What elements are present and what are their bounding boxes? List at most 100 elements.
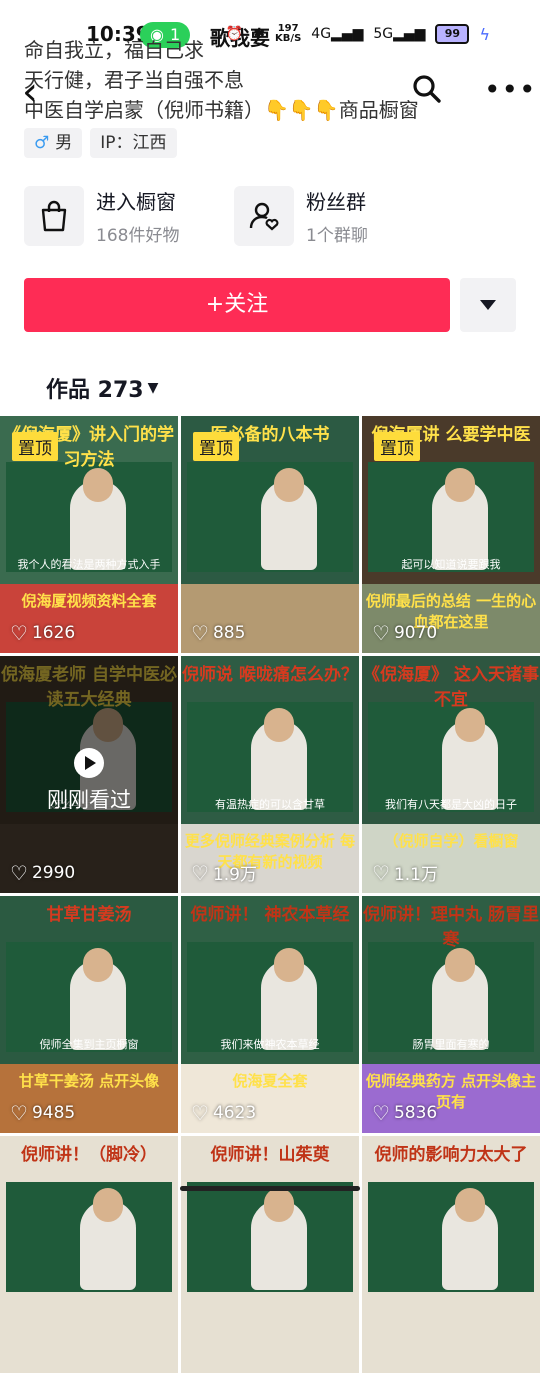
video-tile[interactable]: 《倪海厦》讲入门的学习方法 我个人的看法是两种方式入手 倪海厦视频资料全套 置顶 ♡ 16…: [0, 416, 178, 653]
video-title: 倪师讲！（脚冷）: [21, 1145, 157, 1165]
video-tile[interactable]: 倪师说 喉咙痛怎么办？ 有温热症的可以含甘草 更多倪师经典案例分析 每天都有新的视频…: [181, 656, 359, 893]
gender-tag: ♂ 男: [24, 128, 83, 158]
video-tile[interactable]: 倪海厦老师 自学中医必读五大经典怎么学会这些书刚刚看过♡2990: [0, 656, 178, 893]
heart-outline-icon: ♡: [372, 621, 390, 645]
presenter-head: [455, 708, 485, 742]
follow-button[interactable]: +关注: [24, 278, 450, 332]
video-banner-text: 倪海厦视频资料全套: [21, 592, 157, 610]
caret-down-icon: ▼: [147, 380, 159, 396]
presenter-head: [264, 1188, 294, 1222]
video-title: 倪师讲！山茱萸: [210, 1145, 330, 1165]
like-count: ♡ 2990: [10, 861, 75, 885]
shop-entry-count: 168件好物: [96, 226, 180, 246]
ip-tag: IP：江西: [90, 128, 177, 158]
video-tile[interactable]: 倪师讲！理中丸 肠胃里寒 肠胃里面有寒的 倪师经典药方 点开头像主页有 ♡ 5836: [362, 896, 540, 1133]
heart-outline-icon: ♡: [10, 1101, 28, 1125]
video-tile[interactable]: 倪师的影响力太大了: [362, 1136, 540, 1373]
bio-line-2: 天行健，君子当自强不息: [24, 68, 244, 92]
video-tile[interactable]: 倪师讲！山茱萸: [181, 1136, 359, 1373]
video-tile[interactable]: 倪海厦讲 么要学中医 起可以知道说要跟我 倪师最后的总结 一生的心血都在这里 置顶 ♡ 9…: [362, 416, 540, 653]
battery-indicator: 99: [435, 24, 470, 44]
recommend-dropdown-button[interactable]: [460, 278, 516, 332]
shopping-bag-icon: [24, 186, 84, 246]
video-banner-text: 倪海夏全套: [232, 1072, 308, 1090]
fans-group-count: 1个群聊: [306, 226, 368, 246]
presenter-head: [264, 708, 294, 742]
like-count: ♡ 9485: [10, 1101, 75, 1125]
shop-entry-title: 进入橱窗: [96, 190, 176, 214]
video-tile[interactable]: 甘草甘姜汤 倪师全集到主页橱窗 甘草干姜汤 点开头像 ♡ 9485: [0, 896, 178, 1133]
male-icon: ♂: [34, 133, 50, 153]
fans-group-entry[interactable]: 粉丝群 1个群聊: [234, 186, 368, 246]
presenter-head: [93, 1188, 123, 1222]
video-title: 《倪海厦》 这入天诸事不宜: [363, 665, 539, 710]
presenter-head: [83, 468, 113, 502]
like-count-value: 885: [212, 623, 246, 643]
bio-line-1: 命自我立，福自己求: [24, 38, 204, 62]
like-count: ♡ 1626: [10, 621, 75, 645]
like-count: ♡ 9070: [372, 621, 437, 645]
presenter-head: [455, 1188, 485, 1222]
video-title: 甘草甘姜汤: [46, 905, 132, 925]
recently-viewed-overlay: 刚刚看过: [0, 656, 178, 893]
presenter-head: [83, 948, 113, 982]
video-caption: 倪师全集到主页橱窗: [39, 1038, 139, 1051]
video-caption: 起可以知道说要跟我: [401, 558, 501, 571]
video-title: 倪师的影响力太大了: [374, 1145, 528, 1165]
like-count: ♡ 1.1万: [372, 860, 438, 886]
like-count-value: 4623: [212, 1103, 257, 1123]
video-banner: [0, 1304, 178, 1373]
heart-outline-icon: ♡: [191, 621, 209, 645]
heart-outline-icon: ♡: [372, 860, 390, 885]
alarm-icon: ⏰: [225, 26, 244, 42]
group-chat-icon: [234, 186, 294, 246]
charging-icon: ϟ: [479, 24, 490, 44]
signal-4g: 4G▂▄▆: [311, 26, 364, 42]
chevron-down-icon: [480, 300, 496, 310]
like-count-value: 1.9万: [212, 865, 257, 885]
pinned-badge: 置顶: [12, 432, 58, 461]
tab-works[interactable]: 作品 273 ▼: [46, 372, 158, 404]
video-tile[interactable]: 医必备的八本书 置顶 ♡ 885: [181, 416, 359, 653]
like-count-value: 9485: [31, 1103, 76, 1123]
pinned-badge: 置顶: [374, 432, 420, 461]
play-icon[interactable]: [74, 748, 104, 778]
video-caption: 有温热症的可以含甘草: [215, 798, 325, 811]
heart-outline-icon: ♡: [10, 861, 28, 885]
video-caption: 我们来做神农本草经: [220, 1038, 320, 1051]
works-tab-label: 作品 273: [46, 378, 144, 403]
home-indicator[interactable]: [180, 1186, 360, 1191]
like-count: ♡ 5836: [372, 1101, 437, 1125]
fans-group-title: 粉丝群: [306, 190, 366, 214]
like-count: ♡ 885: [191, 621, 245, 645]
like-count-value: 1626: [31, 623, 76, 643]
net-speed: 197 KB/S: [275, 23, 302, 44]
profile-tags: ♂ 男 IP：江西: [24, 128, 177, 158]
like-count: ♡ 1.9万: [191, 860, 257, 886]
pinned-badge: 置顶: [193, 432, 239, 461]
shop-entry[interactable]: 进入橱窗 168件好物: [24, 186, 179, 246]
video-banner-text: （倪师自学）看橱窗: [383, 832, 519, 850]
presenter-head: [445, 468, 475, 502]
bio-line-3: 中医自学启蒙（倪师书籍）👇👇👇商品橱窗: [24, 98, 419, 122]
back-arrow-icon[interactable]: ‹: [22, 72, 38, 112]
video-banner: [181, 1304, 359, 1373]
like-count-value: 2990: [31, 863, 76, 883]
video-banner: [362, 1304, 540, 1373]
video-title: 倪师说 喉咙痛怎么办？: [182, 665, 358, 685]
video-tile[interactable]: 《倪海厦》 这入天诸事不宜 我们有八天都是大凶的日子 （倪师自学）看橱窗 ♡ 1.1万: [362, 656, 540, 893]
heart-outline-icon: ♡: [191, 1101, 209, 1125]
video-title: 倪师讲！ 神农本草经: [190, 905, 350, 925]
search-icon[interactable]: [412, 74, 442, 104]
video-tile[interactable]: 倪师讲！ 神农本草经我们来做神农本草经倪海夏全套 ♡ 4623: [181, 896, 359, 1133]
system-icons: ⏰ ✱ 197 KB/S 4G▂▄▆ 5G▂▄▆ 99 ϟ: [226, 24, 490, 44]
video-caption: 我个人的看法是两种方式入手: [17, 558, 161, 571]
like-count-value: 5836: [393, 1103, 438, 1123]
video-title: 倪师讲！理中丸 肠胃里寒: [363, 905, 539, 950]
heart-outline-icon: ♡: [10, 621, 28, 645]
presenter-head: [274, 948, 304, 982]
video-tile[interactable]: 倪师讲！（脚冷）: [0, 1136, 178, 1373]
more-options-icon[interactable]: •••: [484, 76, 537, 104]
recently-viewed-label: 刚刚看过: [47, 788, 131, 812]
like-count: ♡ 4623: [191, 1101, 256, 1125]
